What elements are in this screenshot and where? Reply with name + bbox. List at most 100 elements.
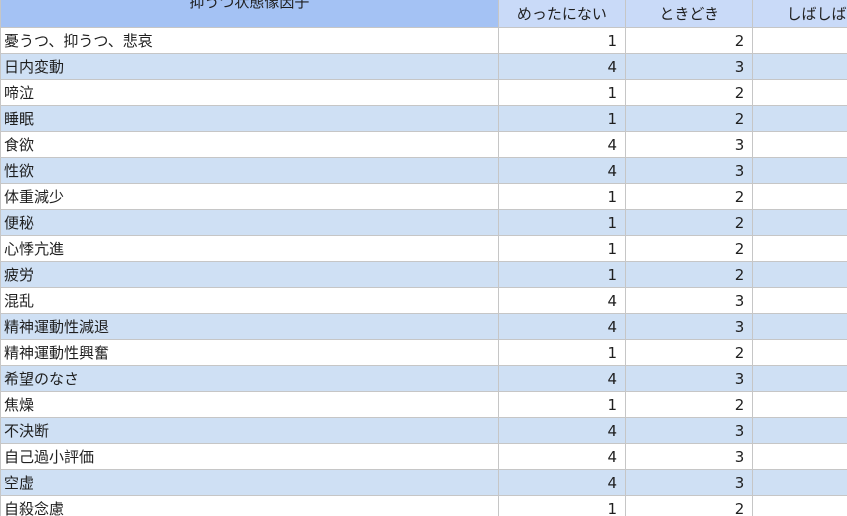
score-cell-rarely[interactable]: 4 (497, 417, 627, 444)
row-label-cell[interactable]: 睡眠 (0, 105, 499, 132)
score-cell-rarely[interactable]: 4 (497, 157, 627, 184)
score-cell-often[interactable]: 2 (752, 313, 847, 340)
score-cell-often[interactable]: 3 (752, 27, 847, 54)
score-cell-rarely[interactable]: 1 (497, 27, 627, 54)
row-label-cell[interactable]: 体重減少 (0, 183, 499, 210)
row-label-cell[interactable]: 啼泣 (0, 79, 499, 106)
table-row: 憂うつ、抑うつ、悲哀123 (0, 27, 847, 54)
row-label-cell[interactable]: 疲労 (0, 261, 499, 288)
row-label-cell[interactable]: 焦燥 (0, 391, 499, 418)
score-cell-often[interactable]: 3 (752, 261, 847, 288)
table-row: 不決断432 (0, 417, 847, 444)
score-cell-rarely[interactable]: 4 (497, 443, 627, 470)
row-label-cell[interactable]: 精神運動性減退 (0, 313, 499, 340)
score-cell-rarely[interactable]: 4 (497, 287, 627, 314)
score-cell-sometimes[interactable]: 3 (625, 365, 754, 392)
score-cell-often[interactable]: 3 (752, 495, 847, 516)
score-cell-sometimes[interactable]: 2 (625, 495, 754, 516)
row-label-cell[interactable]: 混乱 (0, 287, 499, 314)
score-cell-often[interactable]: 2 (752, 417, 847, 444)
score-cell-often[interactable]: 3 (752, 79, 847, 106)
table-row: 日内変動432 (0, 53, 847, 80)
score-cell-often[interactable]: 3 (752, 391, 847, 418)
row-label-cell[interactable]: 性欲 (0, 157, 499, 184)
score-cell-often[interactable]: 3 (752, 339, 847, 366)
score-cell-sometimes[interactable]: 2 (625, 27, 754, 54)
row-label-cell[interactable]: 心悸亢進 (0, 235, 499, 262)
score-cell-often[interactable]: 2 (752, 157, 847, 184)
row-label-cell[interactable]: 憂うつ、抑うつ、悲哀 (0, 27, 499, 54)
spreadsheet: 抑うつ状態像因子 めったにない ときどき しばしば いつ 憂うつ、抑うつ、悲哀1… (0, 0, 847, 516)
table-row: 睡眠123 (0, 105, 847, 132)
score-cell-often[interactable]: 2 (752, 443, 847, 470)
score-cell-rarely[interactable]: 1 (497, 235, 627, 262)
score-cell-sometimes[interactable]: 2 (625, 209, 754, 236)
score-cell-sometimes[interactable]: 3 (625, 313, 754, 340)
score-cell-often[interactable]: 2 (752, 469, 847, 496)
score-cell-rarely[interactable]: 4 (497, 313, 627, 340)
table-row: 食欲432 (0, 131, 847, 158)
score-cell-sometimes[interactable]: 2 (625, 79, 754, 106)
header-col-rarely[interactable]: めったにない (497, 0, 627, 28)
table-row: 希望のなさ432 (0, 365, 847, 392)
table-row: 自己過小評価432 (0, 443, 847, 470)
score-cell-sometimes[interactable]: 3 (625, 417, 754, 444)
score-cell-rarely[interactable]: 4 (497, 53, 627, 80)
score-cell-rarely[interactable]: 1 (497, 209, 627, 236)
header-col-sometimes[interactable]: ときどき (625, 0, 754, 28)
score-cell-sometimes[interactable]: 2 (625, 391, 754, 418)
score-cell-often[interactable]: 2 (752, 131, 847, 158)
score-cell-sometimes[interactable]: 3 (625, 157, 754, 184)
table-row: 空虚432 (0, 469, 847, 496)
header-row: 抑うつ状態像因子 めったにない ときどき しばしば いつ (0, 0, 847, 28)
score-cell-sometimes[interactable]: 2 (625, 235, 754, 262)
row-label-cell[interactable]: 便秘 (0, 209, 499, 236)
score-cell-sometimes[interactable]: 3 (625, 131, 754, 158)
row-label-cell[interactable]: 不決断 (0, 417, 499, 444)
row-label-cell[interactable]: 自殺念慮 (0, 495, 499, 516)
row-label-cell[interactable]: 日内変動 (0, 53, 499, 80)
score-cell-rarely[interactable]: 1 (497, 261, 627, 288)
score-cell-often[interactable]: 3 (752, 183, 847, 210)
score-cell-rarely[interactable]: 1 (497, 79, 627, 106)
score-cell-often[interactable]: 3 (752, 235, 847, 262)
score-cell-rarely[interactable]: 1 (497, 495, 627, 516)
header-title: 抑うつ状態像因子 (189, 0, 310, 12)
score-cell-often[interactable]: 2 (752, 287, 847, 314)
score-cell-rarely[interactable]: 4 (497, 131, 627, 158)
row-label-cell[interactable]: 食欲 (0, 131, 499, 158)
table-row: 便秘123 (0, 209, 847, 236)
table-row: 啼泣123 (0, 79, 847, 106)
score-cell-sometimes[interactable]: 2 (625, 105, 754, 132)
score-cell-sometimes[interactable]: 3 (625, 469, 754, 496)
row-label-cell[interactable]: 空虚 (0, 469, 499, 496)
table-row: 心悸亢進123 (0, 235, 847, 262)
row-label-cell[interactable]: 精神運動性興奮 (0, 339, 499, 366)
table-row: 精神運動性減退432 (0, 313, 847, 340)
header-col-often[interactable]: しばしば (752, 0, 847, 28)
header-title-cell[interactable]: 抑うつ状態像因子 (0, 0, 499, 28)
score-cell-often[interactable]: 3 (752, 209, 847, 236)
score-cell-sometimes[interactable]: 3 (625, 443, 754, 470)
score-cell-sometimes[interactable]: 3 (625, 287, 754, 314)
row-label-cell[interactable]: 希望のなさ (0, 365, 499, 392)
score-cell-rarely[interactable]: 1 (497, 339, 627, 366)
table-row: 混乱432 (0, 287, 847, 314)
score-cell-often[interactable]: 2 (752, 365, 847, 392)
score-cell-rarely[interactable]: 1 (497, 391, 627, 418)
score-cell-sometimes[interactable]: 2 (625, 183, 754, 210)
score-cell-sometimes[interactable]: 2 (625, 339, 754, 366)
score-cell-sometimes[interactable]: 3 (625, 53, 754, 80)
table-row: 体重減少123 (0, 183, 847, 210)
table-row: 精神運動性興奮123 (0, 339, 847, 366)
score-cell-rarely[interactable]: 1 (497, 183, 627, 210)
score-cell-rarely[interactable]: 4 (497, 365, 627, 392)
table-row: 自殺念慮123 (0, 495, 847, 516)
score-cell-rarely[interactable]: 4 (497, 469, 627, 496)
score-cell-rarely[interactable]: 1 (497, 105, 627, 132)
score-cell-sometimes[interactable]: 2 (625, 261, 754, 288)
table-row: 焦燥123 (0, 391, 847, 418)
score-cell-often[interactable]: 3 (752, 105, 847, 132)
row-label-cell[interactable]: 自己過小評価 (0, 443, 499, 470)
score-cell-often[interactable]: 2 (752, 53, 847, 80)
